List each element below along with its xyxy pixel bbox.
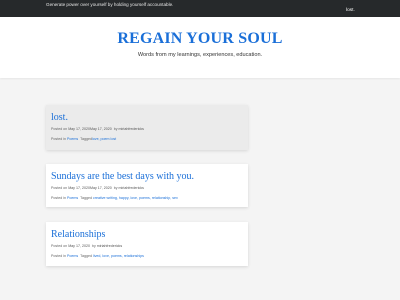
post-meta: Posted on May 17, 2020May 17, 2020 by mi… — [51, 186, 144, 190]
post-tags-links[interactable]: creative writing, happy, love, poems, re… — [93, 196, 178, 200]
post-card: lost. Posted on May 17, 2020May 17, 2020… — [46, 105, 248, 150]
post-date-link[interactable]: May 17, 2020May 17, 2020 — [68, 127, 112, 131]
top-nav-link-lost[interactable]: lost. — [346, 8, 355, 13]
top-bar: Generate power over yourself by holding … — [0, 0, 400, 17]
post-title-link[interactable]: Relationships — [51, 229, 105, 240]
site-title[interactable]: REGAIN YOUR SOUL — [0, 30, 400, 48]
site-header: REGAIN YOUR SOUL Words from my learnings… — [0, 17, 400, 78]
post-title-link[interactable]: Sundays are the best days with you. — [51, 171, 194, 182]
post-category-link[interactable]: Poems — [67, 137, 78, 141]
posted-on-label: Posted on — [51, 186, 68, 190]
post-meta: Posted on May 17, 2020 by miriahfrederic… — [51, 244, 122, 248]
post-date-link[interactable]: May 17, 2020 — [68, 244, 90, 248]
post-author-link[interactable]: miriahfredericks — [119, 186, 144, 190]
post-categories: Posted in Poems Tagged lived, love, poem… — [51, 254, 144, 258]
by-label: by — [113, 127, 118, 131]
by-label: by — [113, 186, 118, 190]
posted-in-label: Posted in — [51, 254, 66, 258]
by-label: by — [91, 244, 96, 248]
post-author-link[interactable]: miriahfredericks — [97, 244, 122, 248]
post-author-link[interactable]: miriahfredericks — [119, 127, 144, 131]
post-categories: Posted in Poems Tagged creative writing,… — [51, 196, 178, 200]
post-tags-links[interactable]: lived, love, poems, relationships — [93, 254, 144, 258]
site-description: Words from my learnings, experiences, ed… — [137, 52, 263, 58]
tagged-label: Tagged — [80, 196, 92, 200]
post-card: Sundays are the best days with you. Post… — [46, 164, 248, 207]
post-meta: Posted on May 17, 2020May 17, 2020 by mi… — [51, 127, 144, 131]
posted-on-label: Posted on — [51, 244, 68, 248]
tagged-label: Tagged — [80, 137, 92, 141]
post-categories: Posted in Poems Taggedlove, poem lost — [51, 137, 116, 141]
posted-in-label: Posted in — [51, 196, 66, 200]
post-card: Relationships Posted on May 17, 2020 by … — [46, 222, 248, 266]
posted-on-label: Posted on — [51, 127, 68, 131]
post-tags-links[interactable]: love, poem lost — [92, 137, 116, 141]
posted-in-label: Posted in — [51, 137, 66, 141]
post-title-link[interactable]: lost. — [51, 112, 68, 123]
post-category-link[interactable]: Poems — [67, 196, 78, 200]
tagged-label: Tagged — [80, 254, 92, 258]
post-date-link[interactable]: May 17, 2020May 17, 2020 — [68, 186, 112, 190]
post-category-link[interactable]: Poems — [67, 254, 78, 258]
site-tagline: Generate power over yourself by holding … — [46, 2, 174, 7]
